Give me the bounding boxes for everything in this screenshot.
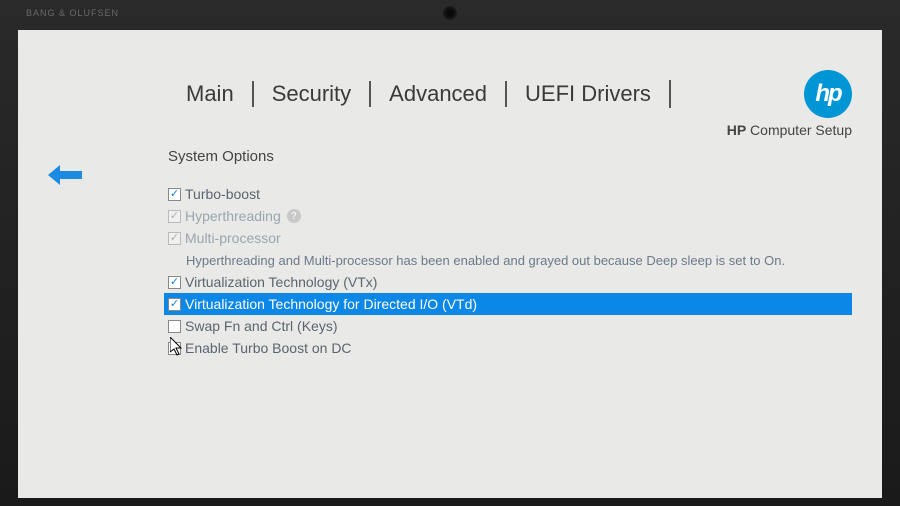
option-label: Swap Fn and Ctrl (Keys) bbox=[185, 318, 338, 334]
note-text: Hyperthreading and Multi-processor has b… bbox=[186, 253, 785, 268]
camera-dot bbox=[443, 6, 457, 20]
option-label: Turbo-boost bbox=[185, 186, 260, 202]
option-label: Virtualization Technology for Directed I… bbox=[185, 296, 477, 312]
options-note: Hyperthreading and Multi-processor has b… bbox=[168, 249, 852, 271]
section-title: System Options bbox=[168, 148, 852, 165]
checkbox-icon[interactable] bbox=[168, 276, 181, 289]
bios-screen: Main Security Advanced UEFI Drivers hp H… bbox=[18, 30, 882, 498]
option-label: Virtualization Technology (VTx) bbox=[185, 274, 377, 290]
checkbox-icon[interactable] bbox=[168, 320, 181, 333]
tab-divider bbox=[669, 80, 671, 108]
laptop-brand: BANG & OLUFSEN bbox=[26, 8, 119, 18]
checkbox-icon[interactable] bbox=[168, 342, 181, 355]
option-label: Enable Turbo Boost on DC bbox=[185, 340, 352, 356]
option-multi-processor: Multi-processor bbox=[168, 227, 852, 249]
checkbox-icon bbox=[168, 210, 181, 223]
checkbox-icon[interactable] bbox=[168, 188, 181, 201]
option-hyperthreading: Hyperthreading ? bbox=[168, 205, 852, 227]
back-arrow-icon[interactable] bbox=[48, 165, 82, 185]
option-turbo-boost[interactable]: Turbo-boost bbox=[168, 183, 852, 205]
product-title-bold: HP bbox=[727, 122, 746, 138]
options-list: Turbo-boost Hyperthreading ? Multi-proce… bbox=[168, 183, 852, 359]
option-label: Hyperthreading bbox=[185, 208, 281, 224]
checkbox-icon bbox=[168, 232, 181, 245]
help-icon[interactable]: ? bbox=[287, 209, 301, 223]
tab-security[interactable]: Security bbox=[252, 81, 369, 107]
option-turbo-boost-dc[interactable]: Enable Turbo Boost on DC bbox=[168, 337, 852, 359]
tab-main[interactable]: Main bbox=[168, 81, 252, 107]
option-swap-fn-ctrl[interactable]: Swap Fn and Ctrl (Keys) bbox=[168, 315, 852, 337]
option-vtd[interactable]: Virtualization Technology for Directed I… bbox=[164, 293, 852, 315]
tab-uefi-drivers[interactable]: UEFI Drivers bbox=[505, 81, 669, 107]
hp-logo-icon: hp bbox=[804, 70, 852, 118]
option-label: Multi-processor bbox=[185, 230, 281, 246]
option-vtx[interactable]: Virtualization Technology (VTx) bbox=[168, 271, 852, 293]
tab-advanced[interactable]: Advanced bbox=[369, 81, 505, 107]
logo-area: hp HP Computer Setup bbox=[727, 70, 852, 138]
product-title: HP Computer Setup bbox=[727, 122, 852, 138]
product-title-rest: Computer Setup bbox=[746, 122, 852, 138]
checkbox-icon[interactable] bbox=[168, 298, 181, 311]
